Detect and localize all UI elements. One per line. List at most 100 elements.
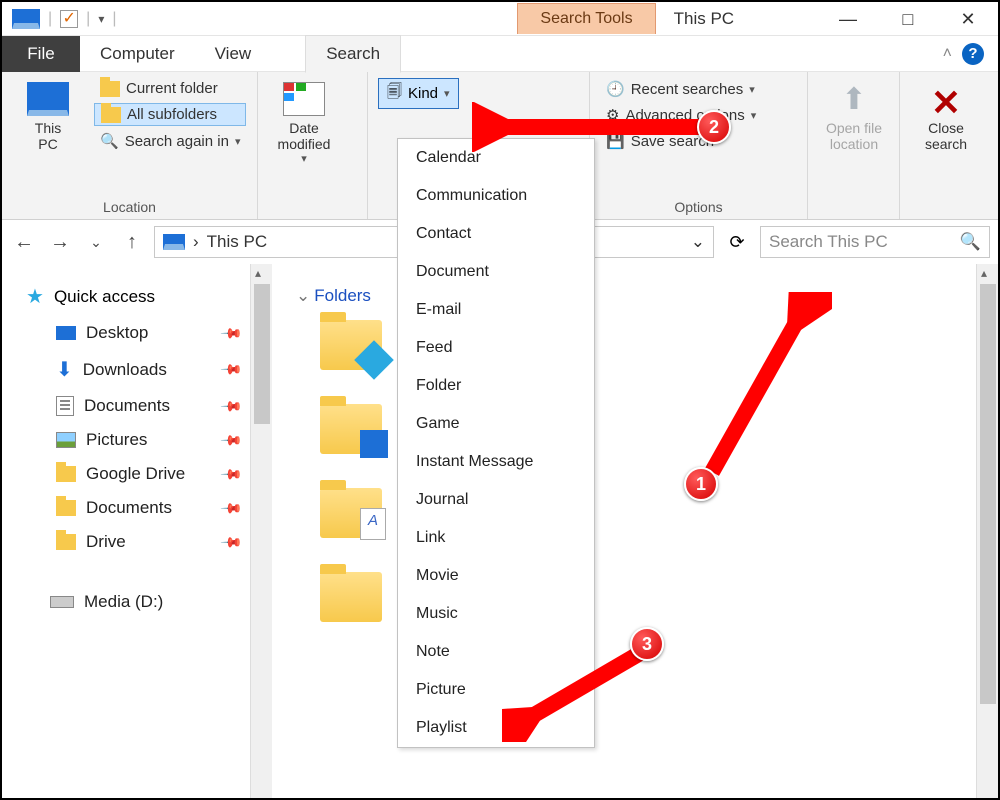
search-again-in-option[interactable]: 🔍Search again in▾ <box>94 130 246 152</box>
kind-filter-button[interactable]: 🗐 Kind ▾ <box>378 78 459 109</box>
search-icon[interactable]: 🔍 <box>960 232 981 252</box>
tab-file[interactable]: File <box>2 36 80 72</box>
desktop-icon <box>56 326 76 340</box>
search-icon: 🔍 <box>100 132 119 150</box>
sidebar-scrollbar[interactable] <box>250 264 272 798</box>
date-modified-label: Date modified <box>278 120 331 152</box>
kind-option-music[interactable]: Music <box>398 595 594 633</box>
sidebar-item-label: Desktop <box>86 323 148 343</box>
sidebar-item-label: Pictures <box>86 430 147 450</box>
chevron-down-icon: ▾ <box>235 135 241 148</box>
kind-option-movie[interactable]: Movie <box>398 557 594 595</box>
qat-dropdown-icon[interactable]: ▾ <box>98 12 104 26</box>
sidebar-item-drive[interactable]: Drive📌 <box>12 532 240 552</box>
sidebar-item-label: Media (D:) <box>84 592 163 612</box>
folder-icon <box>56 500 76 516</box>
kind-option-document[interactable]: Document <box>398 253 594 291</box>
kind-option-link[interactable]: Link <box>398 519 594 557</box>
sidebar-item-pictures[interactable]: Pictures 📌 <box>12 430 240 450</box>
separator: | <box>48 10 52 28</box>
annotation-marker-3: 3 <box>630 627 664 661</box>
content-scrollbar[interactable] <box>976 264 998 798</box>
sidebar-item-label: Google Drive <box>86 464 185 484</box>
sidebar-item-media-d[interactable]: Media (D:) <box>12 592 240 612</box>
search-placeholder: Search This PC <box>769 232 888 252</box>
annotation-arrow-2 <box>472 102 732 152</box>
pin-icon: 📌 <box>219 496 243 520</box>
date-modified-button[interactable]: Date modified▾ <box>268 78 340 217</box>
maximize-button[interactable]: □ <box>878 2 938 36</box>
folders-header-label: Folders <box>314 286 371 305</box>
group-options-label: Options <box>600 197 797 217</box>
folder-item[interactable] <box>320 488 382 538</box>
sidebar-item-label: Documents <box>86 498 172 518</box>
sidebar-item-desktop[interactable]: Desktop📌 <box>12 323 240 343</box>
kind-option-email[interactable]: E-mail <box>398 291 594 329</box>
quick-access-toolbar: | ✓ | ▾ | <box>2 9 127 29</box>
help-icon[interactable]: ? <box>962 43 984 65</box>
sidebar-item-label: Downloads <box>83 360 167 380</box>
annotation-arrow-1 <box>692 292 832 492</box>
tab-view[interactable]: View <box>195 36 272 72</box>
back-button[interactable]: ← <box>10 231 38 254</box>
folder-icon <box>56 534 76 550</box>
all-subfolders-option[interactable]: All subfolders <box>94 103 246 126</box>
kind-icon: 🗐 <box>387 81 402 106</box>
pin-icon: 📌 <box>219 394 243 418</box>
address-dropdown-icon[interactable]: ⌄ <box>691 232 705 252</box>
kind-option-folder[interactable]: Folder <box>398 367 594 405</box>
folder-item[interactable] <box>320 404 382 454</box>
tab-search[interactable]: Search <box>305 35 401 73</box>
chevron-down-icon: ▾ <box>444 87 450 100</box>
sidebar-item-documents-2[interactable]: Documents 📌 <box>12 498 240 518</box>
close-window-button[interactable]: ✕ <box>938 2 998 36</box>
pin-icon: 📌 <box>219 462 243 486</box>
kind-option-game[interactable]: Game <box>398 405 594 443</box>
scrollbar-thumb[interactable] <box>980 284 996 704</box>
kind-option-journal[interactable]: Journal <box>398 481 594 519</box>
kind-option-contact[interactable]: Contact <box>398 215 594 253</box>
open-file-location-button[interactable]: ⬆ Open file location <box>818 78 890 152</box>
kind-option-communication[interactable]: Communication <box>398 177 594 215</box>
title-bar: | ✓ | ▾ | Search Tools This PC — □ ✕ <box>2 2 998 36</box>
quick-access[interactable]: ★ Quick access <box>12 284 240 309</box>
chevron-down-icon: ⌄ <box>296 286 310 305</box>
breadcrumb-item[interactable]: This PC <box>207 232 267 252</box>
chevron-down-icon: ▾ <box>749 83 755 96</box>
sidebar-item-google-drive[interactable]: Google Drive 📌 <box>12 464 240 484</box>
forward-button[interactable]: → <box>46 231 74 254</box>
pc-icon <box>163 234 185 250</box>
folder-item[interactable] <box>320 572 382 622</box>
kind-option-feed[interactable]: Feed <box>398 329 594 367</box>
pin-icon: 📌 <box>219 428 243 452</box>
search-input[interactable]: Search This PC 🔍 <box>760 226 990 258</box>
kind-option-instant-message[interactable]: Instant Message <box>398 443 594 481</box>
documents-icon <box>56 396 74 416</box>
folders-section-header[interactable]: ⌄Folders <box>296 286 956 306</box>
this-pc-button[interactable]: This PC <box>12 78 84 197</box>
checkbox-icon[interactable]: ✓ <box>60 10 78 28</box>
folder-item[interactable] <box>320 320 382 370</box>
sidebar-item-label: Drive <box>86 532 126 552</box>
scrollbar-thumb[interactable] <box>254 284 270 424</box>
collapse-ribbon-icon[interactable]: ˄ <box>943 45 952 63</box>
recent-searches-option[interactable]: 🕘Recent searches▾ <box>600 78 762 100</box>
current-folder-option[interactable]: Current folder <box>94 78 246 99</box>
sidebar-item-documents[interactable]: Documents 📌 <box>12 396 240 416</box>
quick-access-label: Quick access <box>54 287 155 307</box>
sidebar-item-label: Documents <box>84 396 170 416</box>
open-file-location-label: Open file location <box>826 120 882 152</box>
kind-label: Kind <box>408 85 438 102</box>
context-tab-search-tools[interactable]: Search Tools <box>517 3 655 34</box>
tab-computer[interactable]: Computer <box>80 36 195 72</box>
all-subfolders-label: All subfolders <box>127 106 217 123</box>
history-dropdown[interactable]: ⌄ <box>82 234 110 251</box>
close-icon: ✕ <box>925 82 967 116</box>
star-icon: ★ <box>26 284 44 309</box>
sidebar-item-downloads[interactable]: ⬇Downloads📌 <box>12 357 240 382</box>
close-search-button[interactable]: ✕ Close search <box>910 78 982 152</box>
refresh-button[interactable]: ⟳ <box>722 232 752 253</box>
path-chevron-icon: › <box>193 232 199 252</box>
up-button[interactable]: ↑ <box>118 231 146 254</box>
minimize-button[interactable]: — <box>818 2 878 36</box>
